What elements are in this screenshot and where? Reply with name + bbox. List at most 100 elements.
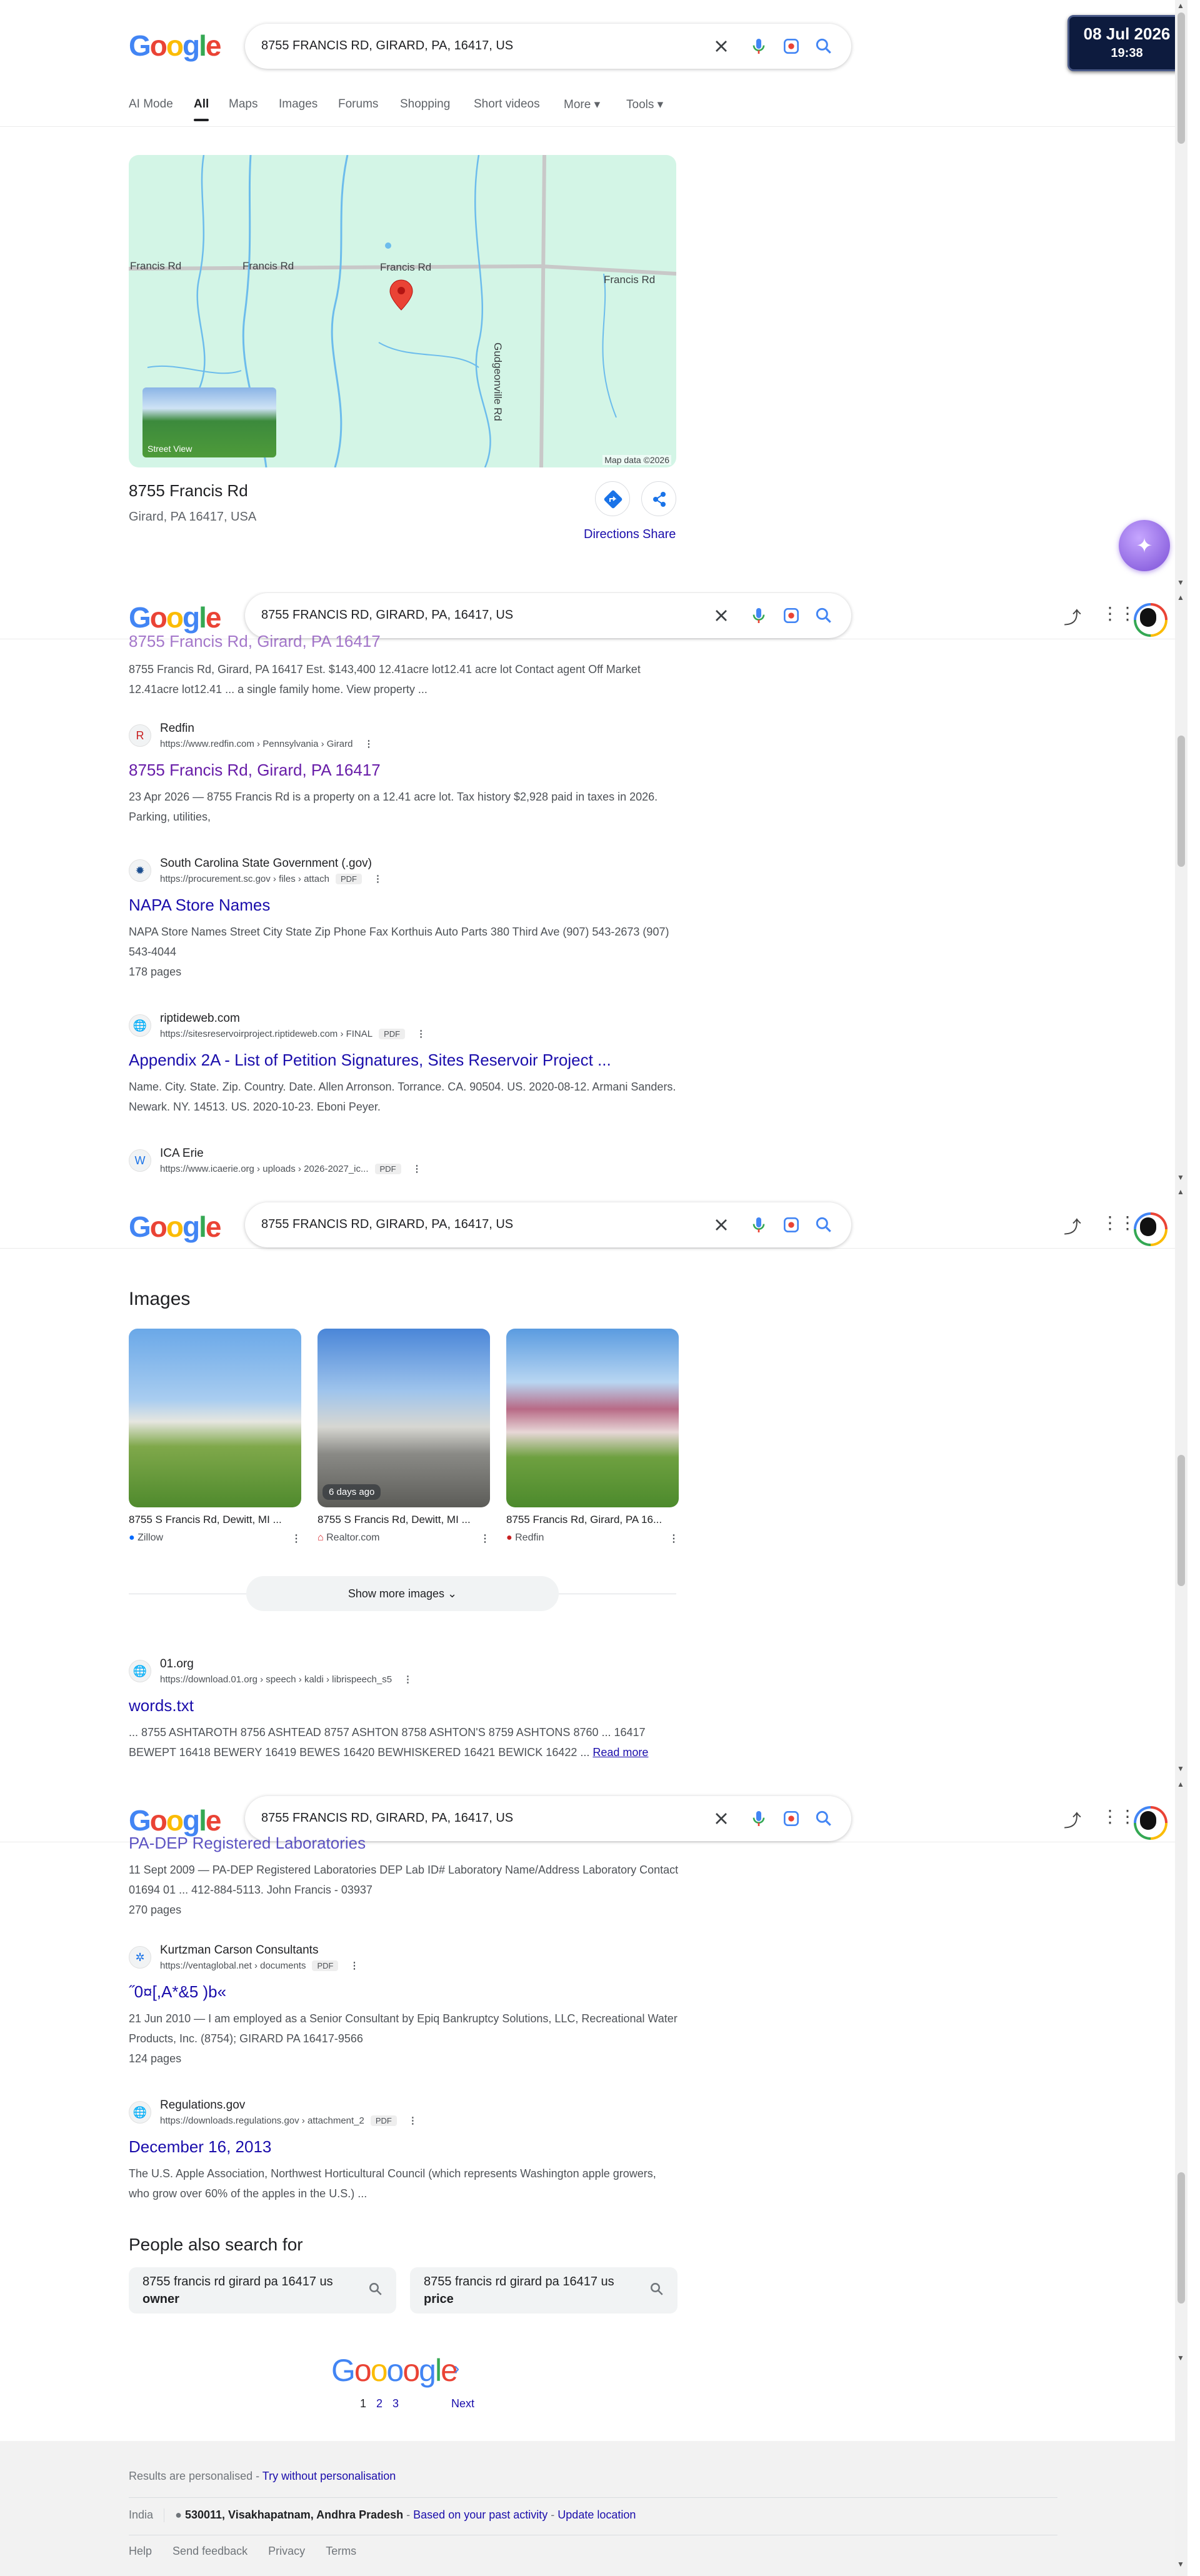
- result-url[interactable]: https://procurement.sc.gov › files › att…: [160, 873, 382, 884]
- avatar[interactable]: [1134, 1212, 1168, 1246]
- result-title[interactable]: words.txt: [129, 1696, 194, 1715]
- search-input[interactable]: 8755 FRANCIS RD, GIRARD, PA, 16417, US: [261, 1811, 513, 1825]
- apps-grid-icon[interactable]: ⋮⋮: [1101, 1806, 1136, 1827]
- tab-forums[interactable]: Forums: [338, 97, 378, 111]
- more-options-icon[interactable]: ⋮: [480, 1532, 490, 1545]
- result-title[interactable]: 8755 Francis Rd, Girard, PA 16417: [129, 632, 381, 651]
- scrollbar[interactable]: ▲ ▼: [1175, 1186, 1188, 1779]
- result-title[interactable]: NAPA Store Names: [129, 896, 270, 915]
- result-url[interactable]: https://sitesreservoirproject.riptideweb…: [160, 1028, 426, 1039]
- page-2[interactable]: 2: [376, 2397, 382, 2410]
- try-without-personalisation-link[interactable]: Try without personalisation: [262, 2470, 396, 2482]
- tab-ai-mode[interactable]: AI Mode: [129, 97, 173, 111]
- next-link[interactable]: Next: [451, 2397, 474, 2410]
- tab-maps[interactable]: Maps: [229, 97, 258, 111]
- image-thumbnail[interactable]: 6 days ago: [318, 1329, 490, 1507]
- tab-all[interactable]: All: [194, 97, 209, 121]
- ica-erie-favicon: W: [129, 1149, 151, 1172]
- apps-grid-icon[interactable]: ⋮⋮: [1101, 603, 1136, 624]
- share-icon[interactable]: ⤴: [1064, 1807, 1081, 1832]
- google-logo[interactable]: Google: [129, 601, 221, 634]
- lens-icon[interactable]: [781, 1215, 801, 1235]
- update-location-link[interactable]: Update location: [558, 2509, 636, 2521]
- clear-icon[interactable]: [711, 1215, 731, 1235]
- more-options-icon[interactable]: ⋮: [349, 1960, 359, 1971]
- share-icon[interactable]: ⤴: [1064, 604, 1081, 629]
- share-button[interactable]: [641, 481, 676, 516]
- lens-icon[interactable]: [781, 36, 801, 56]
- mic-icon[interactable]: [749, 1809, 769, 1829]
- result-url[interactable]: https://www.redfin.com › Pennsylvania › …: [160, 738, 373, 749]
- more-options-icon[interactable]: ⋮: [364, 738, 373, 749]
- google-logo[interactable]: Google: [129, 29, 221, 62]
- directions-label[interactable]: Directions: [584, 527, 639, 542]
- apps-grid-icon[interactable]: ⋮⋮: [1101, 1212, 1136, 1233]
- scrollbar[interactable]: ▲ ▼: [1175, 0, 1188, 592]
- clear-icon[interactable]: [711, 1809, 731, 1829]
- map-view[interactable]: Francis Rd Francis Rd Francis Rd Francis…: [129, 155, 676, 467]
- search-input[interactable]: 8755 FRANCIS RD, GIRARD, PA, 16417, US: [261, 39, 513, 53]
- mic-icon[interactable]: [749, 36, 769, 56]
- next-arrow-icon[interactable]: ›: [454, 2359, 459, 2379]
- image-thumbnail[interactable]: [506, 1329, 679, 1507]
- search-input[interactable]: 8755 FRANCIS RD, GIRARD, PA, 16417, US: [261, 1217, 513, 1232]
- scrollbar[interactable]: ▼: [1175, 2441, 1188, 2576]
- result-url[interactable]: https://download.01.org › speech › kaldi…: [160, 1674, 412, 1685]
- terms-link[interactable]: Terms: [326, 2545, 356, 2557]
- more-options-icon[interactable]: ⋮: [408, 2115, 418, 2126]
- tab-images[interactable]: Images: [279, 97, 318, 111]
- clear-icon[interactable]: [711, 606, 731, 626]
- tab-more[interactable]: More ▾: [564, 97, 600, 112]
- result-url[interactable]: https://downloads.regulations.gov › atta…: [160, 2115, 418, 2126]
- tab-shopping[interactable]: Shopping: [400, 97, 450, 111]
- share-icon[interactable]: ⤴: [1064, 1214, 1081, 1239]
- tab-tools[interactable]: Tools ▾: [626, 97, 663, 112]
- google-logo[interactable]: Google: [129, 1210, 221, 1244]
- privacy-link[interactable]: Privacy: [268, 2545, 305, 2557]
- more-options-icon[interactable]: ⋮: [669, 1532, 679, 1545]
- tab-short-videos[interactable]: Short videos: [474, 97, 540, 111]
- share-label[interactable]: Share: [642, 527, 676, 542]
- scrollbar[interactable]: ▲ ▼: [1175, 592, 1188, 1186]
- related-search-chip[interactable]: 8755 francis rd girard pa 16417 us owner: [129, 2267, 396, 2314]
- send-feedback-link[interactable]: Send feedback: [172, 2545, 248, 2557]
- lens-icon[interactable]: [781, 606, 801, 626]
- avatar[interactable]: [1134, 603, 1168, 637]
- result-title[interactable]: 8755 Francis Rd, Girard, PA 16417: [129, 761, 381, 780]
- search-box[interactable]: 8755 FRANCIS RD, GIRARD, PA, 16417, US: [245, 24, 851, 69]
- more-options-icon[interactable]: ⋮: [291, 1532, 301, 1545]
- result-title[interactable]: PA-DEP Registered Laboratories: [129, 1834, 366, 1853]
- past-activity-link[interactable]: Based on your past activity: [413, 2509, 548, 2521]
- image-thumbnail[interactable]: [129, 1329, 301, 1507]
- more-options-icon[interactable]: ⋮: [403, 1674, 412, 1685]
- search-icon[interactable]: [814, 1809, 834, 1829]
- result-url[interactable]: https://ventaglobal.net › documents PDF ⋮: [160, 1960, 359, 1971]
- lens-icon[interactable]: [781, 1809, 801, 1829]
- search-box[interactable]: 8755 FRANCIS RD, GIRARD, PA, 16417, US: [245, 1202, 851, 1247]
- mic-icon[interactable]: [749, 606, 769, 626]
- related-search-chip[interactable]: 8755 francis rd girard pa 16417 us price: [410, 2267, 678, 2314]
- result-title[interactable]: December 16, 2013: [129, 2137, 271, 2157]
- street-view-thumbnail[interactable]: Street View: [142, 387, 276, 457]
- result-url[interactable]: https://www.icaerie.org › uploads › 2026…: [160, 1163, 422, 1174]
- search-icon[interactable]: [814, 36, 834, 56]
- read-more-link[interactable]: Read more: [592, 1746, 648, 1759]
- result-title[interactable]: Appendix 2A - List of Petition Signature…: [129, 1051, 611, 1070]
- google-logo[interactable]: Google: [129, 1804, 221, 1837]
- avatar[interactable]: [1134, 1806, 1168, 1840]
- mic-icon[interactable]: [749, 1215, 769, 1235]
- more-options-icon[interactable]: ⋮: [416, 1028, 426, 1039]
- more-options-icon[interactable]: ⋮: [373, 873, 382, 884]
- scrollbar[interactable]: ▲ ▼: [1175, 1779, 1188, 2441]
- show-more-images-button[interactable]: Show more images ⌄: [246, 1576, 559, 1611]
- help-link[interactable]: Help: [129, 2545, 152, 2557]
- page-3[interactable]: 3: [392, 2397, 399, 2410]
- clear-icon[interactable]: [711, 36, 731, 56]
- directions-button[interactable]: [595, 481, 630, 516]
- result-title[interactable]: ˝0¤[,A*&5 )b«: [129, 1982, 226, 2002]
- more-options-icon[interactable]: ⋮: [412, 1163, 422, 1174]
- ai-sparkle-button[interactable]: ✦: [1119, 520, 1170, 571]
- search-icon[interactable]: [814, 606, 834, 626]
- search-input[interactable]: 8755 FRANCIS RD, GIRARD, PA, 16417, US: [261, 608, 513, 622]
- search-icon[interactable]: [814, 1215, 834, 1235]
